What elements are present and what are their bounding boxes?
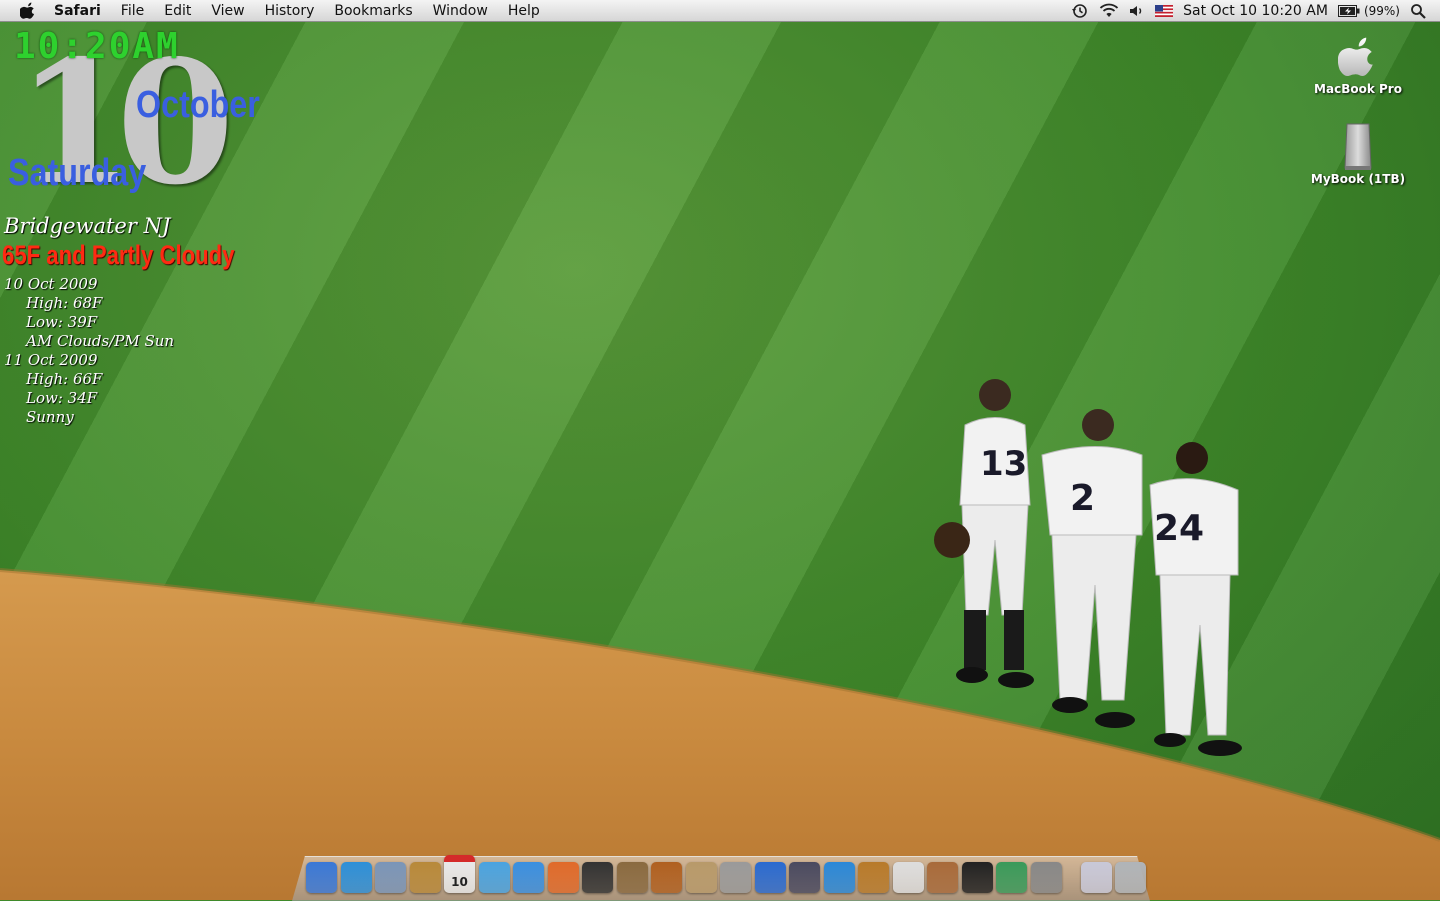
safari-icon[interactable] xyxy=(340,862,372,893)
finder-icon[interactable] xyxy=(306,862,337,893)
external-drive-icon xyxy=(1308,120,1408,172)
menu-history[interactable]: History xyxy=(255,0,325,21)
utility-icon[interactable] xyxy=(892,862,924,893)
desktop-icon-mybook[interactable]: MyBook (1TB) xyxy=(1308,120,1408,186)
forecast-low: Low: 34F xyxy=(26,389,98,407)
wifi-icon[interactable] xyxy=(1099,0,1119,21)
forecast-high: High: 68F xyxy=(26,294,103,312)
menubar-clock[interactable]: Sat Oct 10 10:20 AM xyxy=(1183,3,1328,19)
forecast-low: Low: 39F xyxy=(26,313,98,331)
volume-icon[interactable] xyxy=(1129,0,1145,21)
desktop-icon-label: MyBook (1TB) xyxy=(1310,172,1406,186)
menu-view[interactable]: View xyxy=(201,0,254,21)
aperture-icon[interactable] xyxy=(582,862,613,893)
notebook-icon[interactable] xyxy=(789,862,820,893)
feather-app-icon[interactable] xyxy=(547,862,579,893)
weather-current: 65F and Partly Cloudy xyxy=(2,240,235,270)
battery-percent: (99%) xyxy=(1363,3,1400,18)
menu-bar: Safari File Edit View History Bookmarks … xyxy=(0,0,1440,22)
svg-text:2: 2 xyxy=(1070,478,1095,519)
activity-app-icon[interactable] xyxy=(996,862,1027,893)
ical-date-label: 10 xyxy=(451,874,468,889)
player-24: 24 xyxy=(1149,442,1242,756)
svg-text:24: 24 xyxy=(1154,508,1204,549)
menu-help[interactable]: Help xyxy=(498,0,550,21)
photo-booth-icon[interactable] xyxy=(651,862,682,893)
forecast-condition: AM Clouds/PM Sun xyxy=(26,332,175,350)
game-app-icon[interactable] xyxy=(927,862,958,893)
us-flag-input-icon[interactable] xyxy=(1155,0,1174,21)
system-preferences-icon[interactable] xyxy=(1030,862,1062,893)
battery-icon xyxy=(1337,4,1360,17)
iweb-icon[interactable] xyxy=(478,862,510,893)
time-machine-icon[interactable] xyxy=(1071,0,1089,21)
menu-file[interactable]: File xyxy=(111,0,154,21)
spotlight-icon[interactable] xyxy=(1410,0,1426,21)
menu-window[interactable]: Window xyxy=(423,0,498,21)
forecast-date: 11 Oct 2009 xyxy=(4,351,98,369)
trash-icon[interactable] xyxy=(1115,862,1146,893)
dock-items: 10 xyxy=(306,855,1146,893)
forecast-high: High: 66F xyxy=(26,370,103,388)
apple-logo-icon xyxy=(1308,30,1408,82)
app-store-icon[interactable] xyxy=(823,862,855,893)
blackberry-icon[interactable] xyxy=(961,862,993,893)
ical-icon[interactable]: 10 xyxy=(444,855,475,893)
documents-stack-icon[interactable] xyxy=(1080,862,1112,893)
address-book-icon[interactable] xyxy=(409,862,441,893)
itunes-icon[interactable] xyxy=(513,862,544,893)
weather-city: Bridgewater NJ xyxy=(4,214,171,238)
svg-text:13: 13 xyxy=(980,444,1027,484)
preview-icon[interactable] xyxy=(685,862,717,893)
forecast-date: 10 Oct 2009 xyxy=(4,275,98,293)
tropical-app-icon[interactable] xyxy=(858,862,889,893)
date-month: October xyxy=(136,84,260,126)
weather-forecast: 10 Oct 2009 High: 68F Low: 39F AM Clouds… xyxy=(4,275,174,427)
dvd-player-icon[interactable] xyxy=(754,862,786,893)
app-menu-safari[interactable]: Safari xyxy=(54,0,111,21)
desktop-time: 10:20AM xyxy=(14,26,180,67)
player-13: 13 xyxy=(934,379,1034,688)
apple-menu-icon[interactable] xyxy=(16,0,40,21)
desktop-icon-label: MacBook Pro xyxy=(1314,82,1402,96)
player-2: 2 xyxy=(1041,409,1143,728)
menu-bookmarks[interactable]: Bookmarks xyxy=(324,0,422,21)
forecast-condition: Sunny xyxy=(26,408,74,426)
imovie-icon[interactable] xyxy=(720,862,751,893)
menu-edit[interactable]: Edit xyxy=(154,0,201,21)
iphoto-icon[interactable] xyxy=(616,862,648,893)
mail-icon[interactable] xyxy=(375,862,406,893)
desktop-icon-macbook-pro[interactable]: MacBook Pro xyxy=(1308,30,1408,96)
battery-status[interactable]: (99%) xyxy=(1337,3,1400,18)
baseball-players-illustration: 13 2 24 xyxy=(934,379,1242,756)
date-weekday: Saturday xyxy=(8,152,147,194)
